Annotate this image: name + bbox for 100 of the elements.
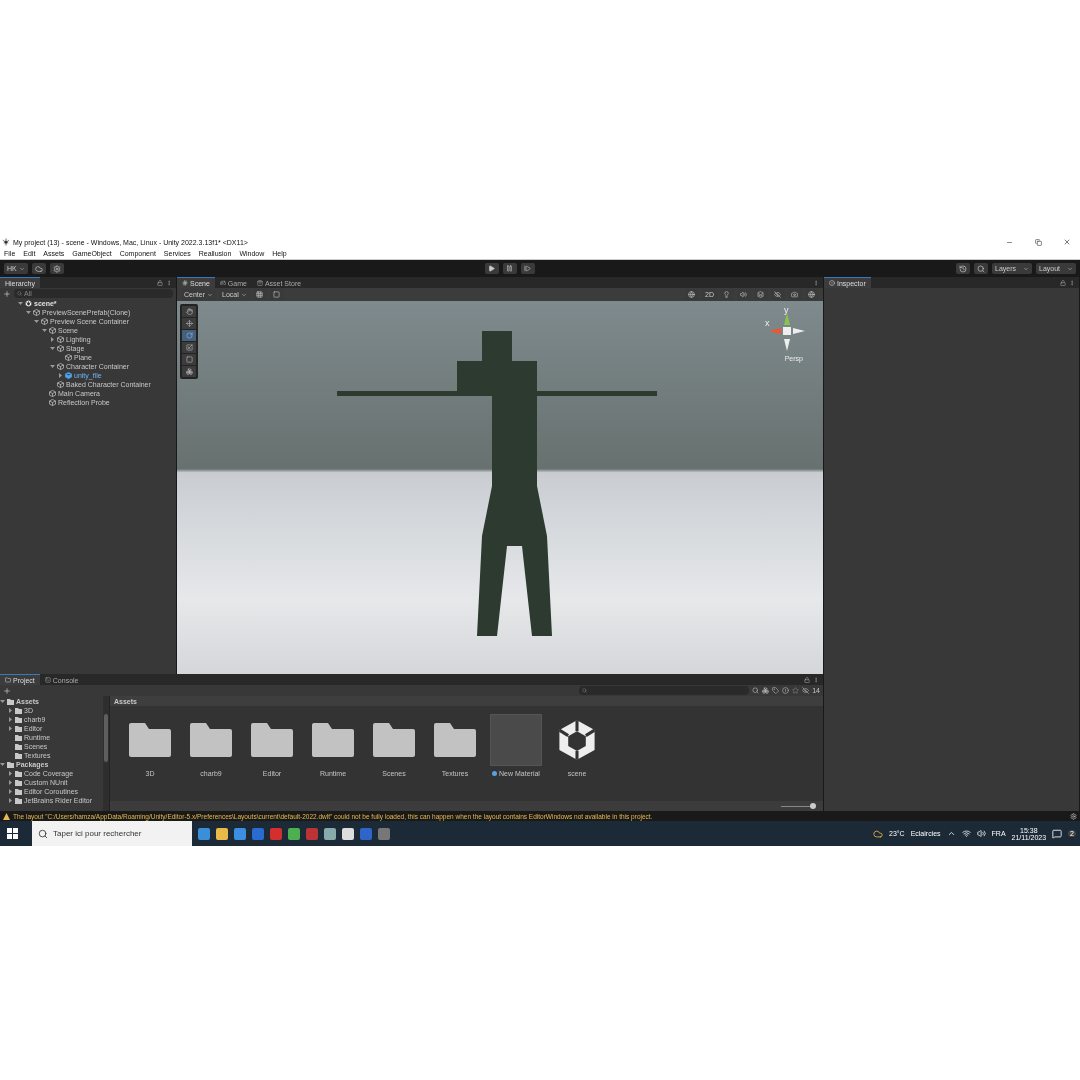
globe-icon [808, 291, 815, 298]
cube-icon [57, 336, 64, 343]
settings-icon [52, 264, 61, 273]
caret-icon [240, 291, 247, 298]
app-tile-icon[interactable] [288, 827, 300, 840]
app-tile-icon[interactable] [306, 827, 318, 840]
history-icon [959, 264, 967, 273]
center-cube [783, 327, 791, 335]
search-field[interactable] [579, 686, 750, 695]
search-icon [38, 828, 48, 839]
tool-button[interactable] [182, 366, 196, 377]
axis-cone [784, 339, 790, 351]
layers-icon [757, 291, 764, 298]
search-icon [977, 264, 985, 273]
more-icon [813, 279, 819, 286]
expanded-triangle-icon[interactable] [42, 328, 47, 333]
folder-icon [373, 723, 415, 757]
alert-icon [782, 687, 790, 694]
search-icon [17, 291, 22, 296]
scrollbar[interactable] [103, 696, 109, 811]
collapsed-triangle-icon[interactable] [8, 771, 13, 776]
search-button[interactable] [974, 263, 988, 274]
warning-icon [3, 812, 10, 820]
search-icon [752, 687, 760, 694]
cube-icon [49, 390, 56, 397]
app-tile-icon[interactable] [378, 827, 390, 840]
console-icon [44, 677, 51, 683]
axis-label: y [784, 305, 789, 315]
app-tile-icon[interactable] [360, 827, 372, 840]
more-icon [1069, 279, 1075, 286]
app-tile-icon[interactable] [252, 827, 264, 840]
more-icon [813, 676, 819, 683]
collapsed-triangle-icon[interactable] [8, 798, 13, 803]
expanded-triangle-icon[interactable] [0, 762, 5, 767]
eye-off-icon [774, 291, 781, 298]
collapsed-triangle-icon[interactable] [8, 708, 13, 713]
cube-icon [33, 309, 40, 316]
caret-icon [1067, 265, 1073, 272]
unity-cube-icon [2, 238, 10, 246]
collapsed-triangle-icon[interactable] [8, 780, 13, 785]
pause-button[interactable] [502, 263, 517, 274]
add-icon[interactable] [3, 289, 11, 298]
hand-icon [185, 308, 193, 315]
app-tile-icon[interactable] [216, 827, 228, 840]
caret-icon [1023, 265, 1029, 272]
caret-icon [207, 291, 213, 298]
app-tile-icon[interactable] [342, 827, 354, 840]
hidden-icon [802, 687, 810, 694]
expanded-triangle-icon[interactable] [18, 301, 23, 306]
folder-icon [251, 723, 293, 757]
cloud-button[interactable] [31, 263, 46, 274]
tool-button[interactable] [182, 318, 196, 329]
notifications-icon[interactable] [1052, 828, 1063, 839]
app-tile-icon[interactable] [234, 827, 246, 840]
tray-chevron-icon[interactable] [946, 829, 956, 838]
collapsed-triangle-icon[interactable] [58, 373, 63, 378]
folder-icon [129, 723, 171, 757]
cube-icon [49, 399, 56, 406]
app-tile-icon[interactable] [198, 827, 210, 840]
grid-icon [255, 291, 263, 298]
info-icon [829, 280, 835, 286]
app-tile-icon[interactable] [270, 827, 282, 840]
taskbar-search-field[interactable]: Taper ici pour rechercher [32, 821, 192, 846]
move-icon [185, 320, 193, 327]
material-preview [490, 714, 542, 766]
lightbulb-icon [723, 291, 730, 298]
play-button[interactable] [484, 263, 499, 274]
network-icon [961, 829, 971, 838]
play-icon [487, 265, 495, 272]
history-button[interactable] [956, 263, 970, 274]
cloud-icon [34, 264, 43, 273]
expanded-triangle-icon[interactable] [34, 319, 39, 324]
settings-icon [1070, 812, 1077, 820]
collapsed-triangle-icon[interactable] [8, 789, 13, 794]
tool-button[interactable] [182, 306, 196, 317]
cube-icon [65, 354, 72, 361]
collapsed-triangle-icon[interactable] [8, 726, 13, 731]
cube-icon [65, 372, 72, 379]
expanded-triangle-icon[interactable] [26, 310, 31, 315]
collapsed-triangle-icon[interactable] [50, 337, 55, 342]
expanded-triangle-icon[interactable] [50, 364, 55, 369]
pause-icon [505, 265, 513, 272]
axis-cone [793, 328, 805, 334]
collapsed-triangle-icon[interactable] [8, 717, 13, 722]
speaker-icon [740, 291, 747, 298]
more-icon [166, 279, 172, 286]
camera-icon [791, 291, 798, 298]
lock-icon [804, 676, 810, 683]
star-icon [792, 687, 800, 694]
weather-icon [873, 828, 883, 839]
expanded-triangle-icon[interactable] [0, 699, 5, 704]
x-axis-cone [769, 328, 781, 334]
tool-button[interactable] [182, 342, 196, 353]
app-tile-icon[interactable] [324, 827, 336, 840]
add-icon[interactable] [3, 686, 11, 695]
scale-icon [185, 344, 193, 351]
settings-button[interactable] [49, 263, 64, 274]
step-button[interactable] [520, 263, 535, 274]
hash-icon [182, 280, 188, 286]
expanded-triangle-icon[interactable] [50, 346, 55, 351]
